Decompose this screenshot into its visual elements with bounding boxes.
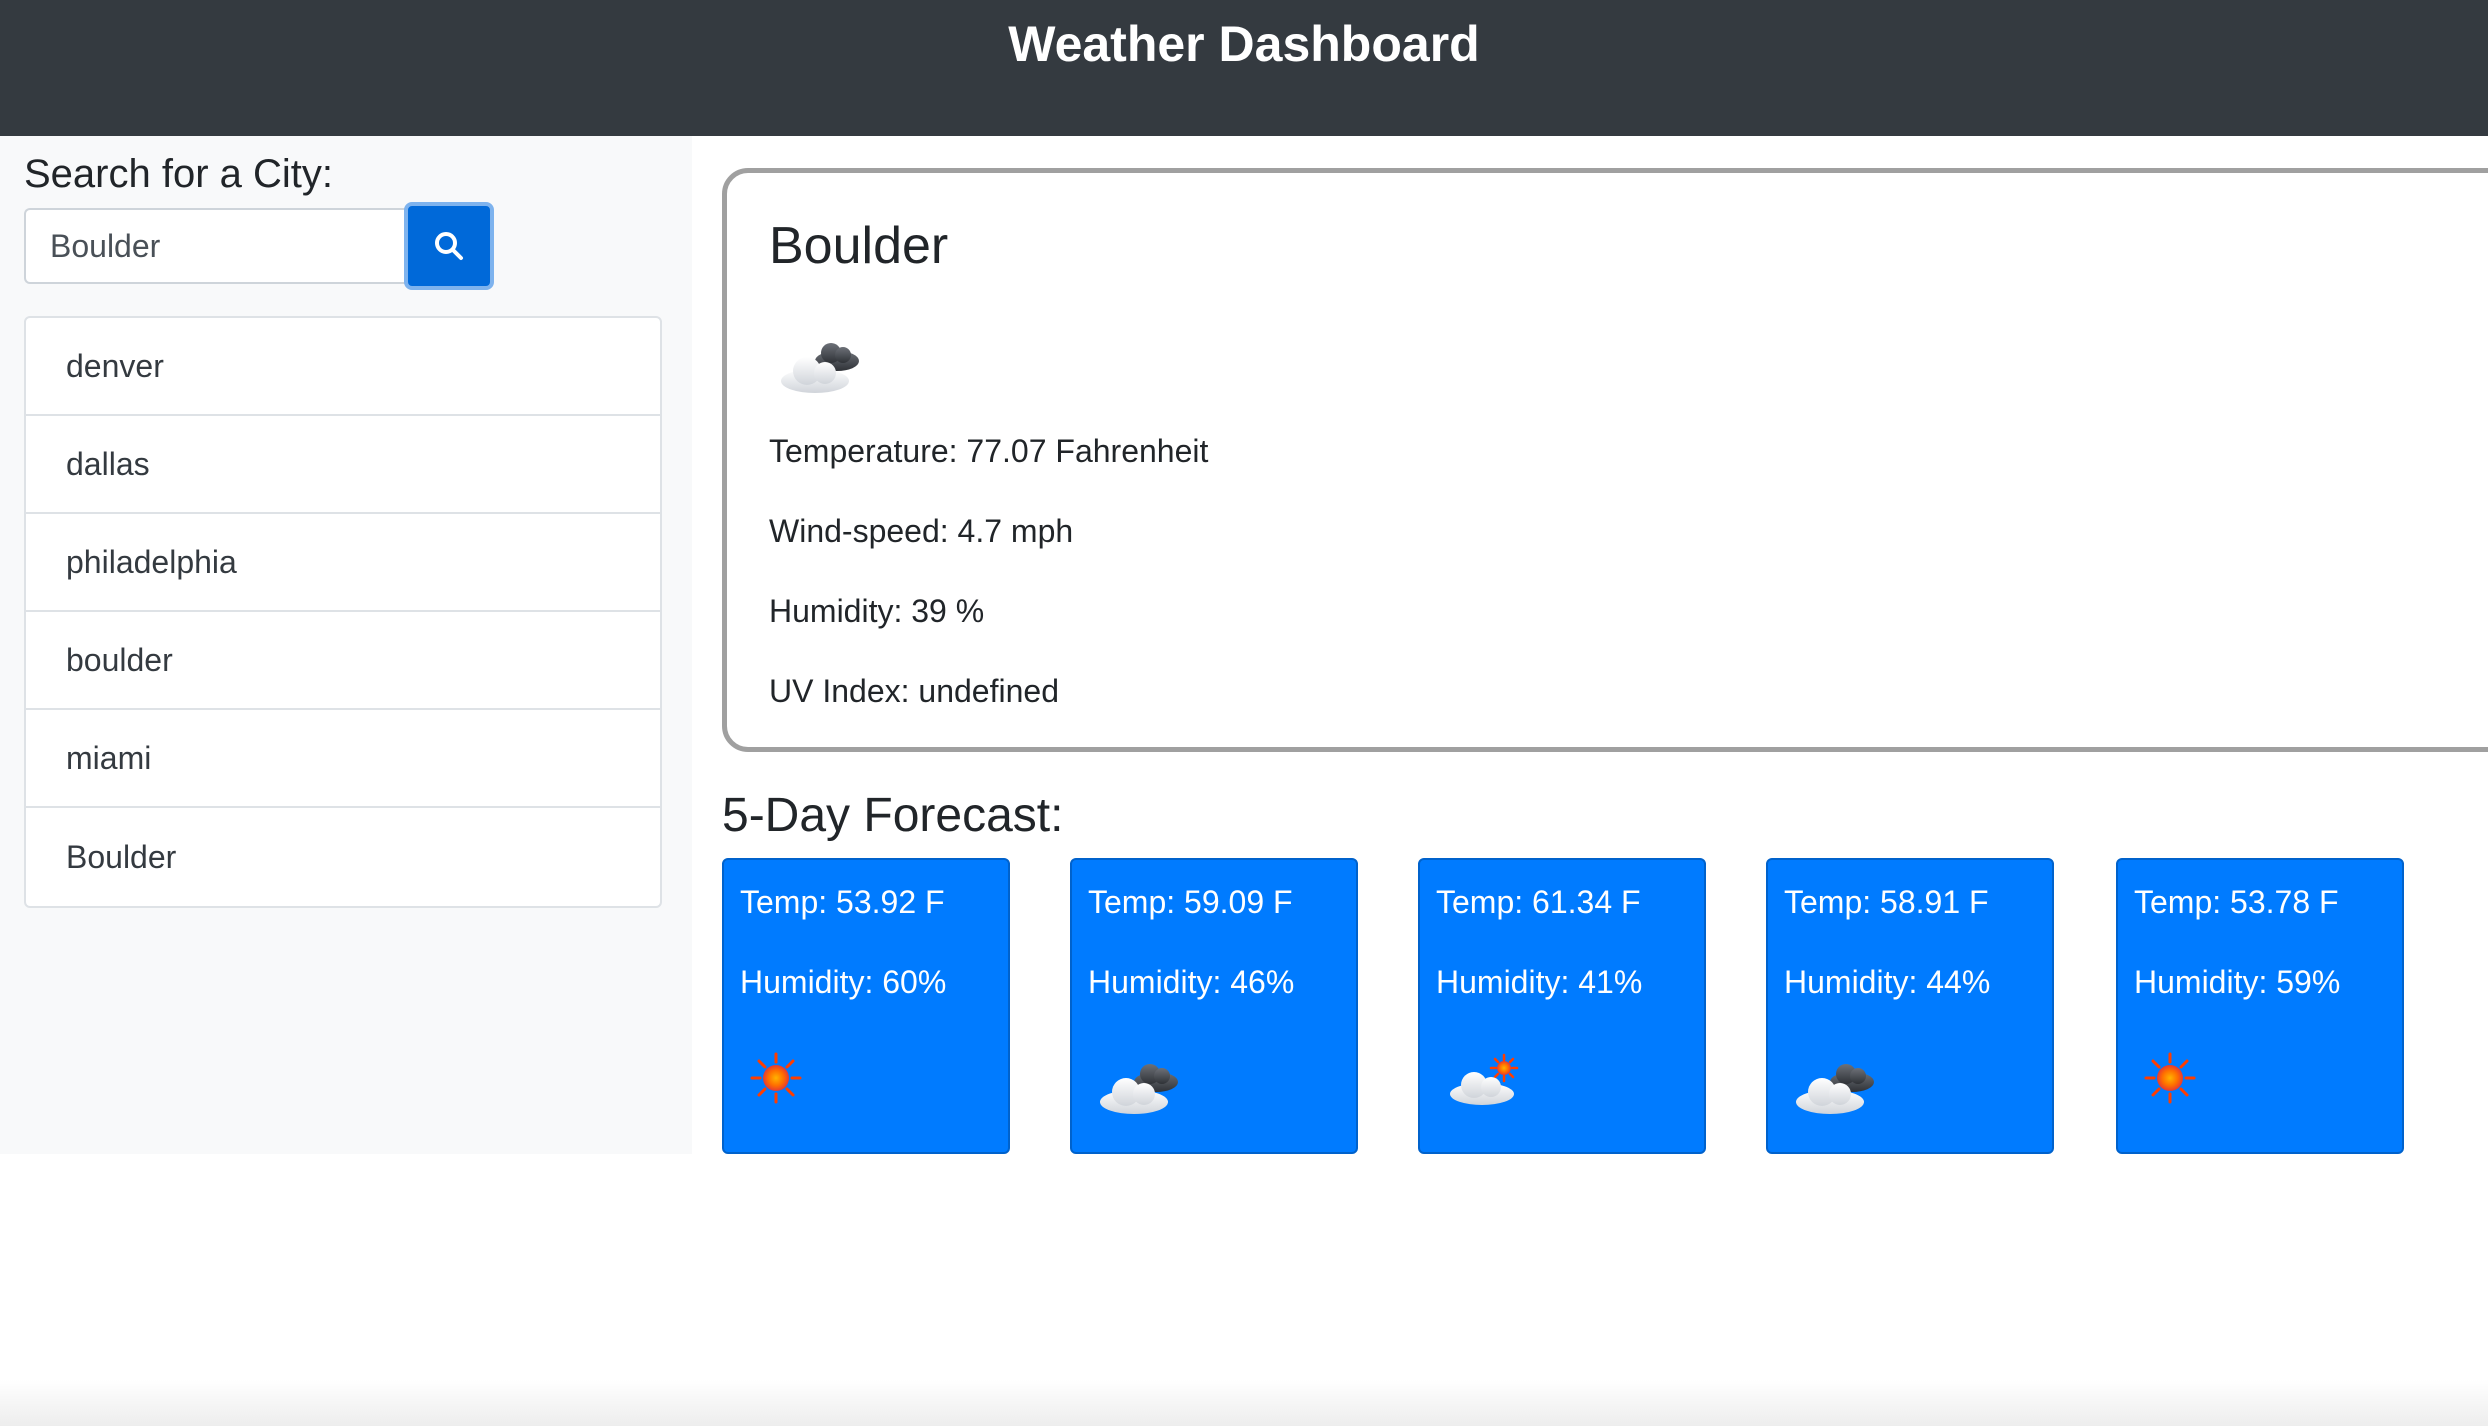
navbar: Weather Dashboard [0, 0, 2488, 136]
page-bottom-shadow [0, 1380, 2488, 1426]
search-heading: Search for a City: [24, 152, 334, 196]
current-wind-speed: Wind-speed: 4.7 mph [769, 513, 1074, 549]
search-history-item[interactable]: miami [26, 710, 660, 808]
forecast-temp: Temp: 61.34 F [1436, 884, 1641, 920]
forecast-humidity: Humidity: 41% [1436, 964, 1643, 1000]
current-uv-index: UV Index: undefined [769, 673, 1059, 709]
forecast-heading: 5-Day Forecast: [722, 789, 1064, 842]
forecast-card: Temp: 53.78 F Humidity: 59% [2116, 858, 2404, 1154]
forecast-humidity: Humidity: 46% [1088, 964, 1295, 1000]
sun-icon [2142, 1050, 2198, 1111]
current-city-name: Boulder [769, 217, 949, 275]
current-weather-card: Boulder Temperature: 77.07 Fahrenheit Wi… [722, 168, 2488, 752]
forecast-humidity: Humidity: 44% [1784, 964, 1991, 1000]
sidebar: Search for a City: denver dallas philade… [0, 136, 692, 1154]
search-history-item[interactable]: dallas [26, 416, 660, 514]
search-history-list: denver dallas philadelphia boulder miami… [24, 316, 662, 908]
forecast-card: Temp: 59.09 F Humidity: 46% [1070, 858, 1358, 1154]
cloud-icon [1096, 1056, 1192, 1121]
forecast-temp: Temp: 59.09 F [1088, 884, 1293, 920]
forecast-card: Temp: 53.92 F Humidity: 60% [722, 858, 1010, 1154]
search-history-item[interactable]: philadelphia [26, 514, 660, 612]
forecast-temp: Temp: 58.91 F [1784, 884, 1989, 920]
forecast-card: Temp: 61.34 F Humidity: 41% [1418, 858, 1706, 1154]
sun-behind-cloud-icon [1448, 1050, 1538, 1115]
forecast-temp: Temp: 53.92 F [740, 884, 945, 920]
search-history-item[interactable]: Boulder [26, 808, 660, 906]
search-icon [435, 232, 463, 260]
forecast-temp: Temp: 53.78 F [2134, 884, 2339, 920]
current-temperature: Temperature: 77.07 Fahrenheit [769, 433, 1209, 469]
search-history-item[interactable]: boulder [26, 612, 660, 710]
forecast-card: Temp: 58.91 F Humidity: 44% [1766, 858, 2054, 1154]
search-button[interactable] [404, 202, 494, 290]
forecast-humidity: Humidity: 59% [2134, 964, 2341, 1000]
partly-cloudy-icon [777, 335, 873, 400]
sun-icon [748, 1050, 804, 1111]
search-input[interactable] [24, 208, 408, 284]
search-history-item[interactable]: denver [26, 318, 660, 416]
cloud-icon [1792, 1056, 1888, 1121]
page-title: Weather Dashboard [1008, 16, 1480, 72]
current-humidity: Humidity: 39 % [769, 593, 985, 629]
forecast-humidity: Humidity: 60% [740, 964, 947, 1000]
